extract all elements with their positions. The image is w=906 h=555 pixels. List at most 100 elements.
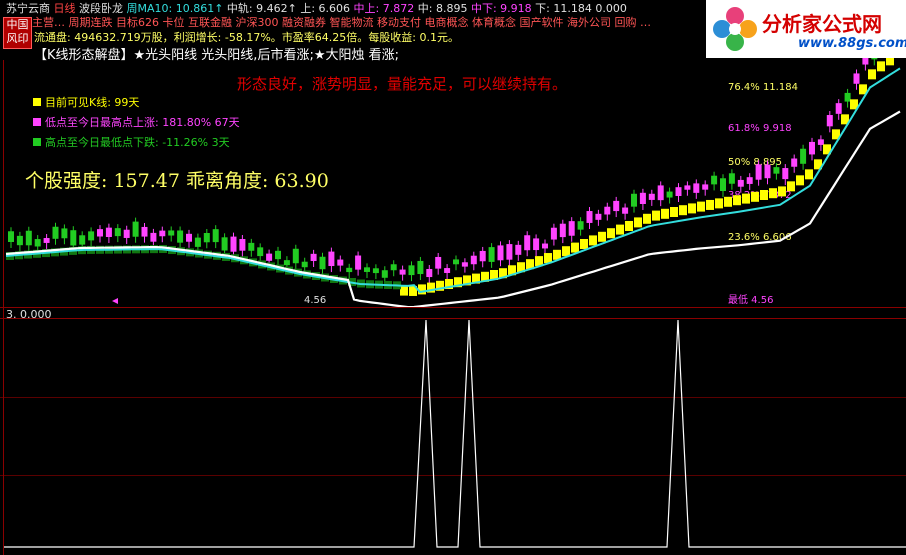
band-block xyxy=(418,284,426,295)
candle-body xyxy=(390,264,397,271)
candle-body xyxy=(586,211,593,223)
candle-body xyxy=(283,260,290,266)
candle-body xyxy=(853,73,860,84)
candle-body xyxy=(266,253,273,261)
candle-body xyxy=(337,259,344,266)
logo-url: www.88gs.com xyxy=(798,36,906,51)
candle-body xyxy=(453,259,459,265)
candle-body xyxy=(675,187,682,196)
candle-body xyxy=(319,256,326,270)
band-block xyxy=(661,208,669,219)
candle-body xyxy=(568,221,575,236)
candle-body xyxy=(25,230,32,246)
candle-body xyxy=(728,173,735,184)
candle-body xyxy=(8,231,14,242)
candle-body xyxy=(470,255,477,265)
band-block xyxy=(562,246,570,257)
candle-body xyxy=(550,227,557,240)
candle-body xyxy=(791,158,798,167)
band-block xyxy=(598,231,606,242)
candle-body xyxy=(239,239,246,251)
candle-body xyxy=(684,185,691,190)
candle-body xyxy=(355,255,362,270)
ma-cyan-line xyxy=(5,67,901,294)
candle-body xyxy=(105,227,112,238)
band-block xyxy=(670,207,678,217)
candle-body xyxy=(648,193,655,200)
candle-body xyxy=(132,221,139,237)
candle-body xyxy=(221,237,228,251)
candle-body xyxy=(515,244,522,255)
candle-body xyxy=(248,242,255,251)
candle-body xyxy=(186,233,192,242)
candle-body xyxy=(301,261,308,268)
candle-body xyxy=(292,248,299,264)
candle-body xyxy=(435,256,442,269)
candle-body xyxy=(461,262,468,267)
candle-body xyxy=(230,236,237,252)
band-block xyxy=(643,213,651,224)
candle-body xyxy=(123,229,130,238)
candle-body xyxy=(275,250,281,260)
band-block xyxy=(706,199,714,210)
candle-body xyxy=(826,115,833,127)
band-block xyxy=(589,235,597,246)
candle-body xyxy=(177,230,184,243)
candle-body xyxy=(702,184,709,190)
candle-body xyxy=(372,268,379,274)
candle-body xyxy=(257,247,264,257)
candle-body xyxy=(346,267,353,273)
band-block xyxy=(688,203,696,214)
band-block xyxy=(760,190,768,200)
candle-body xyxy=(639,192,646,204)
band-block xyxy=(733,195,741,206)
candle-body xyxy=(328,251,335,267)
candle-body xyxy=(52,226,59,239)
candle-body xyxy=(479,250,486,262)
candle-body xyxy=(203,233,210,243)
candle-body xyxy=(622,207,629,214)
band-block xyxy=(742,193,750,204)
candle-body xyxy=(114,228,121,237)
band-block xyxy=(724,196,732,207)
signal-indicator-chart[interactable] xyxy=(0,318,906,555)
site-logo: 分析家公式网 www.88gs.com xyxy=(706,0,906,58)
candle-body xyxy=(595,213,602,220)
candle-body xyxy=(657,185,664,201)
candle-body xyxy=(212,229,219,243)
candle-body xyxy=(533,238,540,251)
band-block xyxy=(634,217,642,228)
candle-body xyxy=(577,221,584,230)
candle-body xyxy=(720,178,726,192)
candle-body xyxy=(835,103,842,114)
band-block xyxy=(805,169,813,180)
candle-body xyxy=(844,92,851,102)
candle-body xyxy=(559,223,566,238)
candle-body xyxy=(381,270,388,278)
logo-brand: 分析家公式网 xyxy=(762,12,882,36)
candle-body xyxy=(817,139,824,145)
candle-body xyxy=(97,229,103,237)
band-block xyxy=(679,205,687,216)
candle-body xyxy=(150,232,157,242)
candle-body xyxy=(141,226,148,237)
candle-body xyxy=(604,206,611,215)
candle-body xyxy=(70,230,77,246)
candle-body xyxy=(809,141,815,155)
candle-body xyxy=(666,191,673,198)
band-block xyxy=(778,186,786,197)
main-panel-bottom-border xyxy=(0,307,906,308)
band-block xyxy=(616,224,624,235)
candle-body xyxy=(782,168,789,180)
band-block xyxy=(769,188,777,199)
candle-body xyxy=(79,235,86,245)
candle-body xyxy=(613,200,620,212)
candle-body xyxy=(631,193,637,207)
scroll-left-arrow[interactable] xyxy=(112,298,118,304)
candle-body xyxy=(444,268,451,273)
band-block xyxy=(868,69,876,80)
candle-body xyxy=(764,164,771,179)
candle-body xyxy=(194,237,201,247)
flower-logo-icon xyxy=(713,7,757,51)
candle-body xyxy=(417,260,424,275)
